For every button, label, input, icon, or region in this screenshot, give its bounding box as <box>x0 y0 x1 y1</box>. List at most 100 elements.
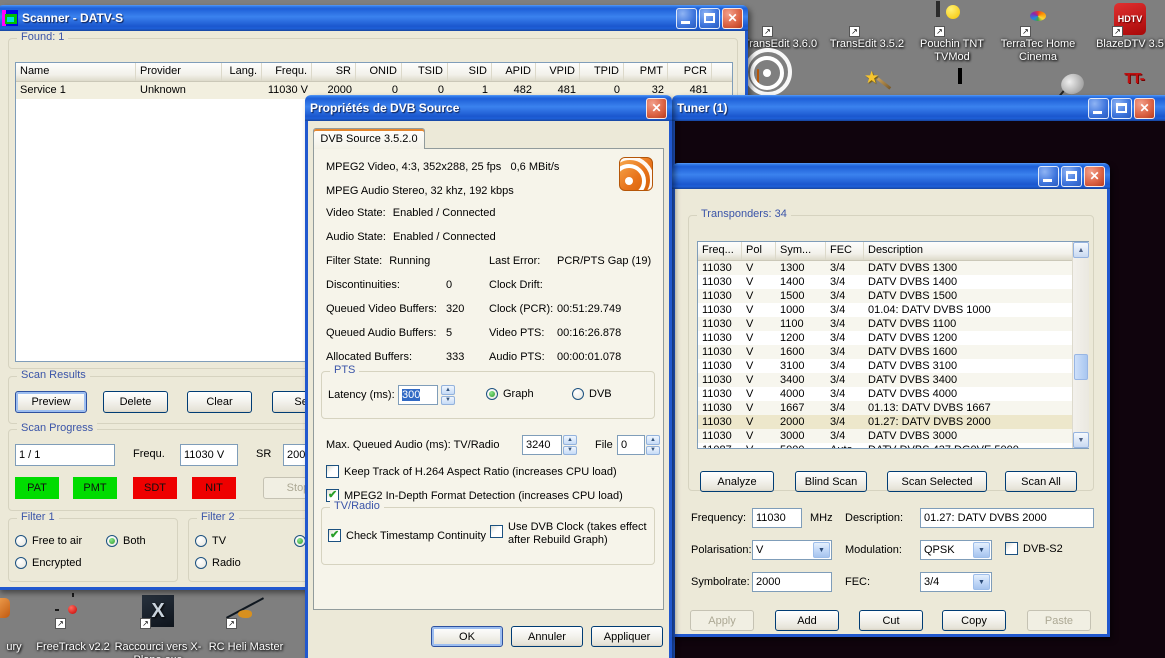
latency-field[interactable]: 300 <box>398 385 438 405</box>
timestamp-continuity-checkbox[interactable] <box>328 529 341 542</box>
filter1-group-option-both[interactable]: Both <box>106 535 146 547</box>
dialog-titlebar[interactable]: Propriétés de DVB Source <box>305 95 672 121</box>
preview-button[interactable]: Preview <box>15 391 87 413</box>
scanner-titlebar[interactable]: Scanner - DATV-S <box>0 5 748 31</box>
table-row[interactable]: 11030V16003/4DATV DVBS 1600 <box>698 345 1088 359</box>
latency-spinner[interactable] <box>441 385 455 405</box>
tuner-titlebar[interactable]: Tuner (1) <box>672 95 1165 121</box>
ok-button[interactable]: OK <box>431 626 503 647</box>
table-row[interactable]: 11030V30003/4DATV DVBS 3000 <box>698 429 1088 443</box>
column-header-Pol[interactable]: Pol <box>742 242 776 260</box>
use-dvb-clock-option[interactable]: Use DVB Clock (takes effect after Rebuil… <box>490 521 658 547</box>
fec-select[interactable]: 3/4 <box>920 572 992 592</box>
minimize-button[interactable] <box>1038 166 1059 187</box>
timestamp-continuity-option[interactable]: Check Timestamp Continuity <box>328 529 486 542</box>
desktop-icon-label[interactable]: Raccourci vers X-Plane.exe <box>110 641 206 658</box>
desktop-icon-label[interactable]: Pouchin TNT TVMod <box>906 38 998 64</box>
filter1-group-option-encrypted[interactable]: Encrypted <box>15 557 82 569</box>
column-header-Description[interactable]: Description <box>864 242 1074 260</box>
column-header-PCR[interactable]: PCR <box>668 63 712 81</box>
appliquer-button[interactable]: Appliquer <box>591 626 663 647</box>
encrypted-radio[interactable] <box>15 557 27 569</box>
column-header-Name[interactable]: Name <box>16 63 136 81</box>
modulation-select[interactable]: QPSK <box>920 540 992 560</box>
column-header-Provider[interactable]: Provider <box>136 63 222 81</box>
close-button[interactable] <box>1134 98 1155 119</box>
maximize-button[interactable] <box>699 8 720 29</box>
table-row[interactable]: 11030V12003/4DATV DVBS 1200 <box>698 331 1088 345</box>
table-row[interactable]: 11030V14003/4DATV DVBS 1400 <box>698 275 1088 289</box>
close-button[interactable] <box>722 8 743 29</box>
cut-button[interactable]: Cut <box>859 610 923 631</box>
table-row[interactable]: 11030V34003/4DATV DVBS 3400 <box>698 373 1088 387</box>
column-header-Sym[interactable]: Sym... <box>776 242 826 260</box>
minimize-button[interactable] <box>676 8 697 29</box>
maximize-button[interactable] <box>1111 98 1132 119</box>
maximize-button[interactable] <box>1061 166 1082 187</box>
max-queued-file-field[interactable]: 0 <box>617 435 645 455</box>
column-header-Lang[interactable]: Lang. <box>222 63 262 81</box>
column-header-FEC[interactable]: FEC <box>826 242 864 260</box>
pts-graph-option[interactable]: Graph <box>486 388 534 400</box>
frequency-field[interactable]: 11030 <box>752 508 802 528</box>
analyze-button[interactable]: Analyze <box>700 471 774 492</box>
desktop-icon-label[interactable]: TransEdit 3.5.2 <box>817 38 917 51</box>
pts-dvb-option[interactable]: DVB <box>572 388 612 400</box>
tab-dvb-source[interactable]: DVB Source 3.5.2.0 <box>313 128 425 149</box>
minimize-button[interactable] <box>1088 98 1109 119</box>
clear-button[interactable]: Clear <box>187 391 252 413</box>
table-row[interactable]: 11030V16673/401.13: DATV DVBS 1667 <box>698 401 1088 415</box>
column-header-TSID[interactable]: TSID <box>402 63 448 81</box>
desktop-icon-terratec[interactable]: ↗ <box>1022 3 1054 35</box>
annuler-button[interactable]: Annuler <box>511 626 583 647</box>
dvb-radio[interactable] <box>572 388 584 400</box>
filter2-group-option-tv[interactable]: TV <box>195 535 226 547</box>
graph-radio[interactable] <box>486 388 498 400</box>
desktop-icon-xplane[interactable]: X ↗ <box>142 595 174 627</box>
desktop-icon-blazedtv[interactable]: HDTV ↗ <box>1114 3 1146 35</box>
desktop-icon-transedit-360[interactable]: ↗ <box>764 3 796 35</box>
column-header-ONID[interactable]: ONID <box>356 63 402 81</box>
desktop-icon-transedit-352[interactable]: ↗ <box>851 3 883 35</box>
transponders-list[interactable]: Freq...PolSym...FECDescription11030V1300… <box>697 241 1089 449</box>
scrollbar-track[interactable]: ▲ ▼ <box>1072 242 1089 448</box>
column-header-SID[interactable]: SID <box>448 63 492 81</box>
column-header-APID[interactable]: APID <box>492 63 536 81</box>
dropdown-arrow-icon[interactable] <box>973 542 990 558</box>
scroll-down-icon[interactable]: ▼ <box>1073 432 1089 448</box>
free-to-air-radio[interactable] <box>15 535 27 547</box>
scrollbar-thumb[interactable] <box>1074 354 1088 380</box>
max-queued-tv-spinner[interactable] <box>563 435 577 455</box>
dvbs2-option[interactable]: DVB-S2 <box>1005 542 1063 555</box>
add-button[interactable]: Add <box>775 610 839 631</box>
max-queued-file-spinner[interactable] <box>646 435 660 455</box>
table-row[interactable]: 11030V40003/4DATV DVBS 4000 <box>698 387 1088 401</box>
transponder-titlebar[interactable] <box>672 163 1110 189</box>
scroll-up-icon[interactable]: ▲ <box>1073 242 1089 258</box>
fury-icon[interactable] <box>0 598 10 618</box>
symbolrate-field[interactable]: 2000 <box>752 572 832 592</box>
dropdown-arrow-icon[interactable] <box>973 574 990 590</box>
desktop-icon-freetrack[interactable]: ↗ <box>57 595 89 627</box>
polarisation-select[interactable]: V <box>752 540 832 560</box>
both-radio[interactable] <box>106 535 118 547</box>
progress-field[interactable]: 1 / 1 <box>15 444 115 466</box>
scan-all-button[interactable]: Scan All <box>1005 471 1077 492</box>
desktop-icon-pouchin[interactable]: ↗ <box>936 3 968 35</box>
table-row[interactable]: 11030V11003/4DATV DVBS 1100 <box>698 317 1088 331</box>
tv-radio[interactable] <box>195 535 207 547</box>
column-header-Frequ[interactable]: Frequ. <box>262 63 312 81</box>
h264-aspect-checkbox[interactable] <box>326 465 339 478</box>
use-dvb-clock-checkbox[interactable] <box>490 525 503 538</box>
dvbs2-checkbox[interactable] <box>1005 542 1018 555</box>
table-row[interactable]: 11030V20003/401.27: DATV DVBS 2000 <box>698 415 1088 429</box>
desktop-icon-label[interactable]: RC Heli Master <box>196 641 296 654</box>
blind-scan-button[interactable]: Blind Scan <box>795 471 867 492</box>
paste-button[interactable]: Paste <box>1027 610 1091 631</box>
close-button[interactable] <box>646 98 667 119</box>
radio-radio[interactable] <box>195 557 207 569</box>
description-field[interactable]: 01.27: DATV DVBS 2000 <box>920 508 1094 528</box>
filter1-group-option-free-to-air[interactable]: Free to air <box>15 535 82 547</box>
column-header-TPID[interactable]: TPID <box>580 63 624 81</box>
column-header-SR[interactable]: SR <box>312 63 356 81</box>
